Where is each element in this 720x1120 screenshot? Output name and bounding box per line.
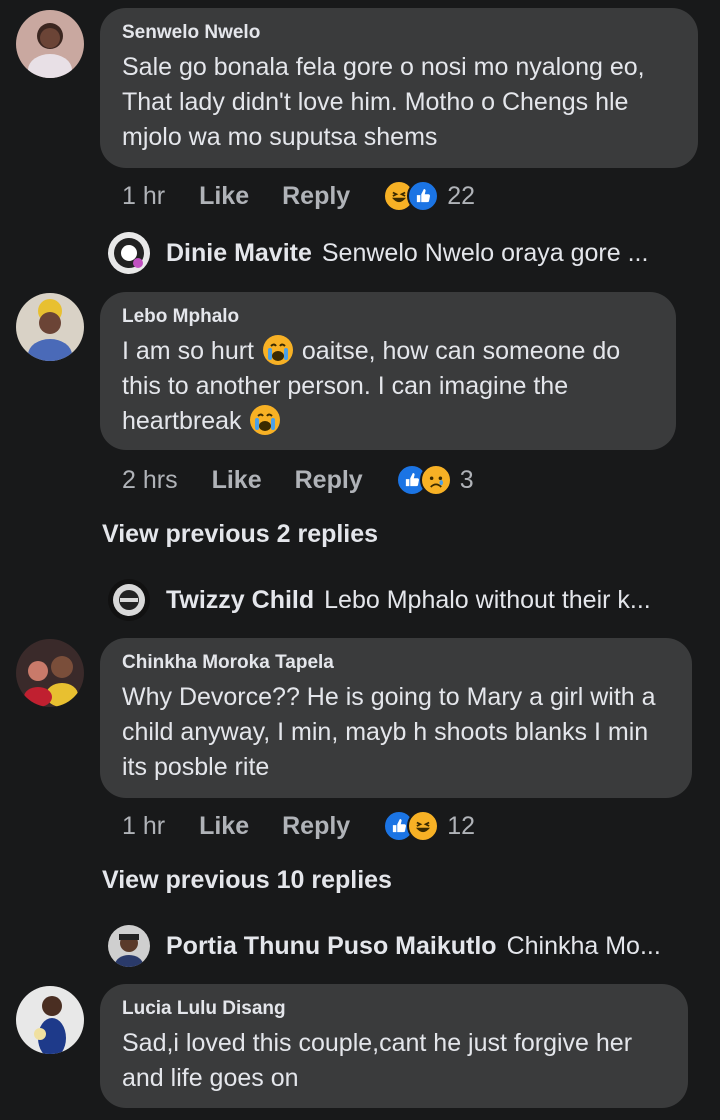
- comment-bubble: Chinkha Moroka Tapela Why Devorce?? He i…: [100, 638, 692, 798]
- comment-bubble: Senwelo Nwelo Sale go bonala fela gore o…: [100, 8, 698, 168]
- commenter-name[interactable]: Lucia Lulu Disang: [122, 998, 666, 1020]
- comment-text: I am so hurt oaitse, how can someone do …: [122, 334, 654, 439]
- reply-preview[interactable]: Dinie Mavite Senwelo Nwelo oraya gore ..…: [108, 231, 698, 275]
- comment-actions: 1 hr Like Reply 22: [122, 176, 475, 216]
- avatar[interactable]: [16, 986, 84, 1054]
- commenter-name[interactable]: Senwelo Nwelo: [122, 22, 676, 44]
- reaction-count[interactable]: 12: [447, 812, 475, 841]
- reply-text: Chinkha Mo...: [506, 931, 661, 960]
- reply-preview[interactable]: Twizzy Child Lebo Mphalo without their k…: [108, 578, 698, 622]
- reply-text: Senwelo Nwelo oraya gore ...: [321, 238, 649, 267]
- crying-face-icon: [250, 405, 281, 435]
- comment-text: Sale go bonala fela gore o nosi mo nyalo…: [122, 53, 645, 151]
- reactions[interactable]: [383, 810, 440, 842]
- reaction-count[interactable]: 22: [447, 182, 475, 211]
- view-previous-replies-link[interactable]: View previous 10 replies: [102, 866, 392, 895]
- comment-bubble: Lucia Lulu Disang Sad,i loved this coupl…: [100, 984, 688, 1108]
- reply-button[interactable]: Reply: [295, 466, 363, 495]
- avatar[interactable]: [16, 293, 84, 361]
- comment-text-part: I am so hurt: [122, 337, 261, 365]
- crying-face-icon: [262, 335, 293, 365]
- reply-author[interactable]: Dinie Mavite: [166, 239, 312, 268]
- comment-time[interactable]: 2 hrs: [122, 466, 178, 495]
- reply-text: Lebo Mphalo without their k...: [324, 585, 651, 614]
- comment-time[interactable]: 1 hr: [122, 182, 165, 211]
- avatar[interactable]: [108, 232, 150, 274]
- commenter-name[interactable]: Chinkha Moroka Tapela: [122, 652, 670, 674]
- avatar[interactable]: [108, 579, 150, 621]
- reactions[interactable]: [383, 180, 440, 212]
- comment-text: Why Devorce?? He is going to Mary a girl…: [122, 683, 656, 781]
- haha-icon: [407, 810, 440, 842]
- reply-preview[interactable]: Portia Thunu Puso Maikutlo Chinkha Mo...: [108, 924, 698, 968]
- avatar[interactable]: [108, 925, 150, 967]
- reactions[interactable]: [395, 464, 452, 496]
- reply-author[interactable]: Twizzy Child: [166, 586, 314, 615]
- commenter-name[interactable]: Lebo Mphalo: [122, 306, 654, 328]
- reply-button[interactable]: Reply: [282, 812, 350, 841]
- comment-text: Sad,i loved this couple,cant he just for…: [122, 1029, 633, 1092]
- reply-author[interactable]: Portia Thunu Puso Maikutlo: [166, 932, 497, 961]
- comment-time[interactable]: 1 hr: [122, 812, 165, 841]
- comment-actions: 1 hr Like Reply 12: [122, 806, 475, 846]
- comment-bubble: Lebo Mphalo I am so hurt oaitse, how can…: [100, 292, 676, 450]
- avatar[interactable]: [16, 10, 84, 78]
- avatar[interactable]: [16, 639, 84, 707]
- like-button[interactable]: Like: [212, 466, 262, 495]
- comment-actions: 2 hrs Like Reply 3: [122, 460, 474, 500]
- like-button[interactable]: Like: [199, 182, 249, 211]
- view-previous-replies-link[interactable]: View previous 2 replies: [102, 520, 378, 549]
- reply-button[interactable]: Reply: [282, 182, 350, 211]
- reaction-count[interactable]: 3: [460, 466, 474, 495]
- sad-icon: [419, 464, 452, 496]
- like-button[interactable]: Like: [199, 812, 249, 841]
- like-icon: [407, 180, 440, 212]
